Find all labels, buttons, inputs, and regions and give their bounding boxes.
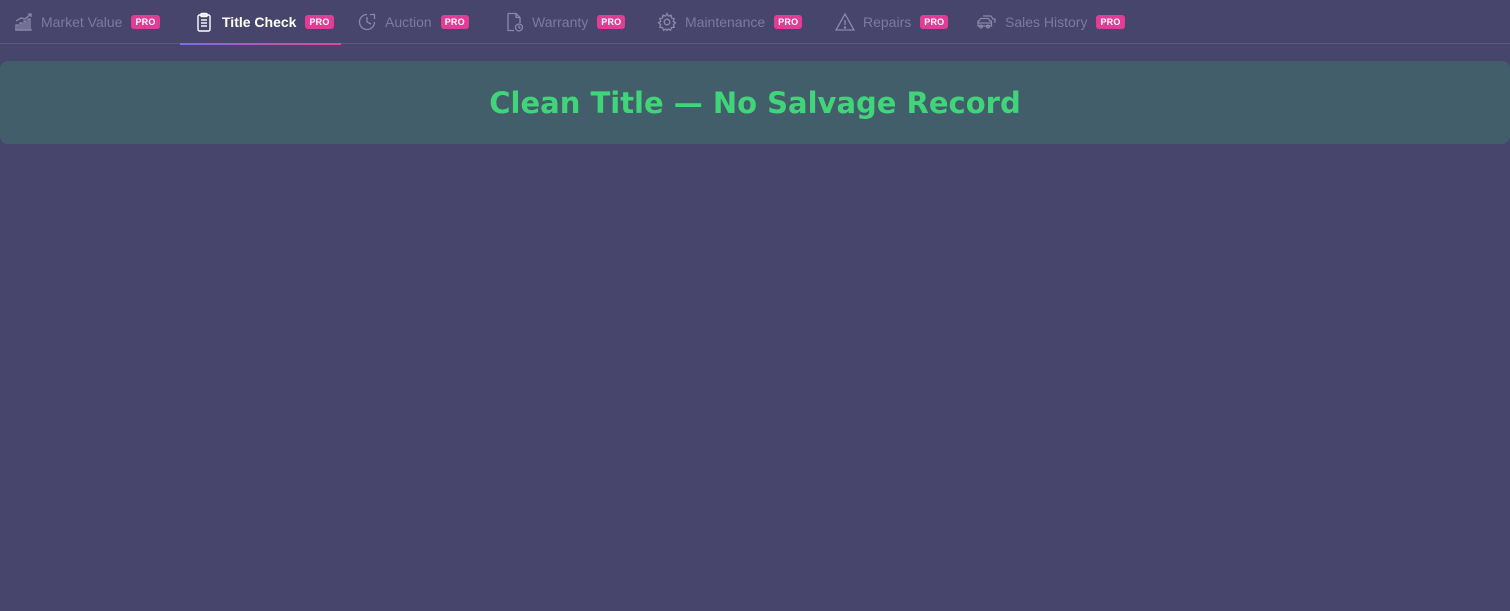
pro-badge: PRO	[440, 15, 469, 29]
warning-icon	[834, 11, 856, 33]
tab-label: Repairs	[863, 14, 912, 30]
pro-badge: PRO	[774, 15, 803, 29]
pro-badge: PRO	[305, 15, 334, 29]
tab-bar: Market Value PRO Title Check PRO Auction	[0, 0, 1510, 45]
tab-title-check[interactable]: Title Check PRO	[180, 0, 341, 45]
tab-label: Warranty	[532, 14, 589, 30]
tab-label: Maintenance	[685, 14, 766, 30]
clipboard-icon	[193, 11, 215, 33]
chart-bar-icon	[12, 11, 34, 33]
cars-icon	[976, 11, 998, 33]
clock-icon	[356, 11, 378, 33]
tab-maintenance[interactable]: Maintenance PRO	[656, 0, 803, 44]
tab-label: Market Value	[41, 14, 123, 30]
gear-icon	[656, 11, 678, 33]
pro-badge: PRO	[131, 15, 160, 29]
tab-label: Title Check	[222, 14, 297, 30]
title-status-card: Clean Title — No Salvage Record	[0, 61, 1510, 144]
tab-label: Sales History	[1005, 14, 1088, 30]
tab-warranty[interactable]: Warranty PRO	[503, 0, 626, 44]
active-tab-indicator	[180, 43, 341, 45]
tab-sales-history[interactable]: Sales History PRO	[976, 0, 1125, 44]
tab-auction[interactable]: Auction PRO	[356, 0, 469, 44]
tab-label: Auction	[385, 14, 432, 30]
tab-market-value[interactable]: Market Value PRO	[12, 0, 160, 44]
pro-badge: PRO	[920, 15, 949, 29]
title-status-text: Clean Title — No Salvage Record	[489, 85, 1021, 120]
tab-repairs[interactable]: Repairs PRO	[834, 0, 949, 44]
document-clock-icon	[503, 11, 525, 33]
pro-badge: PRO	[597, 15, 626, 29]
pro-badge: PRO	[1096, 15, 1125, 29]
